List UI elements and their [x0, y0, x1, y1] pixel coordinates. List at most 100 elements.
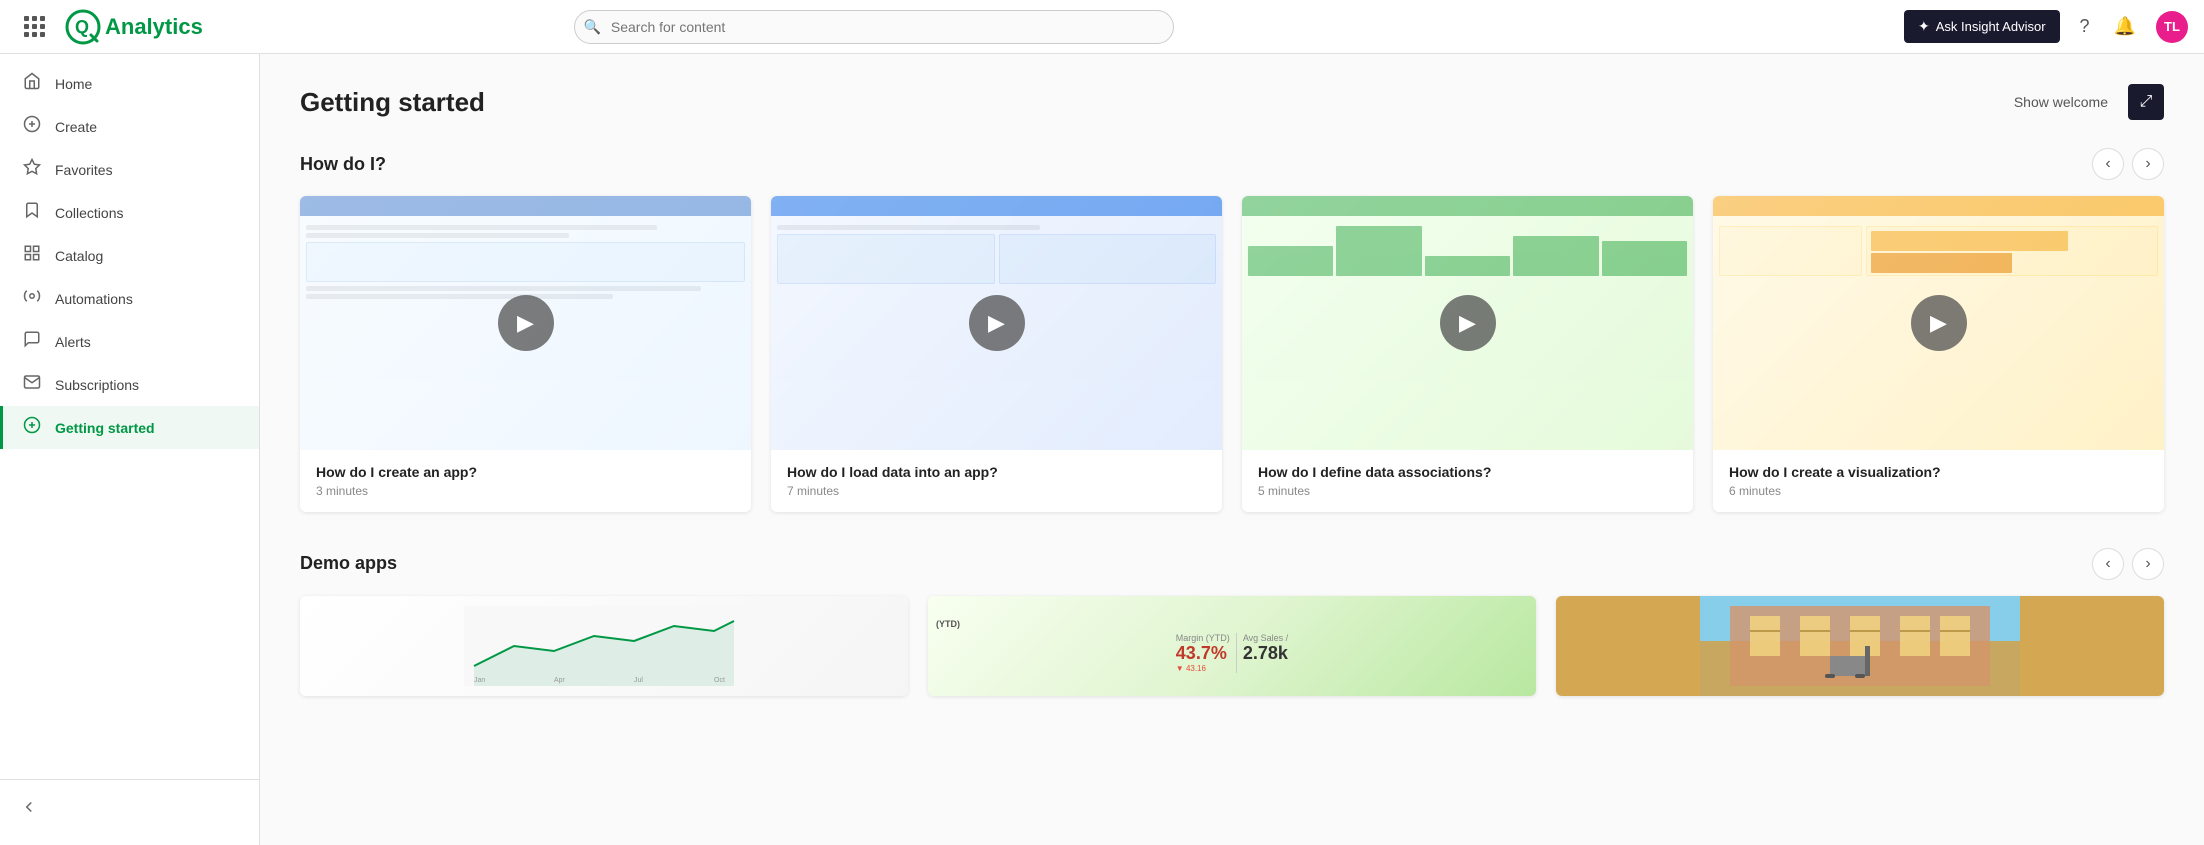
page-title: Getting started	[300, 87, 485, 118]
sidebar-item-label: Create	[55, 119, 97, 135]
how-do-i-section: How do I? ‹ ›	[300, 148, 2164, 512]
insight-advisor-icon: ✦	[1918, 18, 1930, 35]
sidebar-item-catalog[interactable]: Catalog	[0, 234, 259, 277]
video-card-title-2: How do I load data into an app?	[787, 464, 1206, 480]
demo-chevron-left-icon: ‹	[2105, 555, 2110, 573]
kpi-divider	[1236, 633, 1237, 673]
sidebar-bottom	[0, 779, 259, 837]
demo-card-inner-3	[1556, 596, 2164, 696]
navbar-right: ✦ Ask Insight Advisor ? 🔔 TL	[1904, 10, 2188, 43]
video-cards-grid: ▶ How do I create an app? 3 minutes	[300, 196, 2164, 512]
sidebar-item-subscriptions[interactable]: Subscriptions	[0, 363, 259, 406]
demo-kpi-label-ytd: (YTD)	[936, 619, 960, 629]
help-button[interactable]: ?	[2076, 12, 2094, 41]
sidebar-item-label: Alerts	[55, 334, 91, 350]
section-next-button[interactable]: ›	[2132, 148, 2164, 180]
svg-text:Oct: Oct	[714, 677, 725, 684]
demo-section-header: Demo apps ‹ ›	[300, 548, 2164, 580]
create-icon	[23, 115, 41, 138]
home-icon	[23, 72, 41, 95]
video-card-title-1: How do I create an app?	[316, 464, 735, 480]
section-header: How do I? ‹ ›	[300, 148, 2164, 180]
play-button-1[interactable]: ▶	[498, 295, 554, 351]
sidebar-item-label: Subscriptions	[55, 377, 139, 393]
demo-card-3[interactable]	[1556, 596, 2164, 696]
sidebar-item-alerts[interactable]: Alerts	[0, 320, 259, 363]
demo-card-1[interactable]: Jan Apr Jul Oct	[300, 596, 908, 696]
video-card-4[interactable]: ▶ How do I create a visualization? 6 min…	[1713, 196, 2164, 512]
video-card-duration-1: 3 minutes	[316, 484, 735, 498]
catalog-icon	[23, 244, 41, 267]
demo-card-2[interactable]: (YTD) Margin (YTD) 43.7% ▼ 43.16 Avg Sal…	[928, 596, 1536, 696]
getting-started-icon	[23, 416, 41, 439]
play-button-4[interactable]: ▶	[1911, 295, 1967, 351]
thumbnail-inner-1: ▶	[300, 196, 751, 450]
demo-chart-1: Jan Apr Jul Oct	[464, 606, 744, 686]
sidebar-collapse-button[interactable]	[0, 788, 259, 829]
video-card-3[interactable]: ▶ How do I define data associations? 5 m…	[1242, 196, 1693, 512]
sidebar-item-getting-started[interactable]: Getting started	[0, 406, 259, 449]
chevron-left-icon: ‹	[2105, 155, 2110, 173]
section-prev-button[interactable]: ‹	[2092, 148, 2124, 180]
demo-chevron-right-icon: ›	[2145, 555, 2150, 573]
kpi-label-m: Margin (YTD)	[1176, 633, 1230, 643]
demo-apps-title: Demo apps	[300, 553, 397, 574]
notifications-button[interactable]: 🔔	[2110, 12, 2140, 41]
video-thumbnail-2: ▶	[771, 196, 1222, 450]
sidebar-item-create[interactable]: Create	[0, 105, 259, 148]
kpi-value-avg: 2.78k	[1243, 643, 1288, 664]
search-icon: 🔍	[584, 18, 601, 35]
sidebar-item-label: Automations	[55, 291, 133, 307]
automations-icon	[23, 287, 41, 310]
search-input[interactable]	[574, 10, 1174, 44]
video-card-1[interactable]: ▶ How do I create an app? 3 minutes	[300, 196, 751, 512]
video-card-duration-4: 6 minutes	[1729, 484, 2148, 498]
help-icon: ?	[2080, 16, 2090, 37]
video-card-title-4: How do I create a visualization?	[1729, 464, 2148, 480]
svg-text:Jul: Jul	[634, 677, 643, 684]
chevron-right-icon: ›	[2145, 155, 2150, 173]
thumbnail-inner-2: ▶	[771, 196, 1222, 450]
expand-button[interactable]: ⤢	[2128, 84, 2164, 120]
demo-next-button[interactable]: ›	[2132, 548, 2164, 580]
star-icon	[23, 158, 41, 181]
avatar-initials: TL	[2164, 19, 2180, 34]
collections-icon	[23, 201, 41, 224]
collapse-icon	[20, 798, 38, 819]
avatar[interactable]: TL	[2156, 11, 2188, 43]
qlik-logo-svg: Q	[65, 9, 101, 45]
kpi-value-m: 43.7%	[1176, 643, 1230, 664]
section-nav: ‹ ›	[2092, 148, 2164, 180]
navbar: Q Analytics 🔍 ✦ Ask Insight Advisor ? 🔔 …	[0, 0, 2204, 54]
sidebar-item-label: Catalog	[55, 248, 103, 264]
warehouse-scene	[1700, 596, 2020, 696]
sidebar-item-automations[interactable]: Automations	[0, 277, 259, 320]
video-card-duration-3: 5 minutes	[1258, 484, 1677, 498]
insight-advisor-button[interactable]: ✦ Ask Insight Advisor	[1904, 10, 2060, 43]
demo-kpi-row: Margin (YTD) 43.7% ▼ 43.16 Avg Sales / 2…	[1176, 633, 1288, 673]
video-card-2[interactable]: ▶ How do I load data into an app? 7 minu…	[771, 196, 1222, 512]
video-card-duration-2: 7 minutes	[787, 484, 1206, 498]
sidebar-item-collections[interactable]: Collections	[0, 191, 259, 234]
insight-advisor-label: Ask Insight Advisor	[1936, 19, 2046, 34]
show-welcome-button[interactable]: Show welcome	[2014, 94, 2108, 110]
sidebar-item-home[interactable]: Home	[0, 62, 259, 105]
video-thumbnail-4: ▶	[1713, 196, 2164, 450]
play-button-3[interactable]: ▶	[1440, 295, 1496, 351]
bell-icon: 🔔	[2114, 16, 2136, 37]
sidebar-item-label: Getting started	[55, 420, 155, 436]
demo-kpi-block-2: Avg Sales / 2.78k	[1243, 633, 1288, 664]
video-card-info-1: How do I create an app? 3 minutes	[300, 450, 751, 512]
video-card-info-4: How do I create a visualization? 6 minut…	[1713, 450, 2164, 512]
qlik-logo[interactable]: Q Analytics	[65, 9, 203, 45]
thumbnail-inner-4: ▶	[1713, 196, 2164, 450]
sidebar-item-favorites[interactable]: Favorites	[0, 148, 259, 191]
grid-menu-button[interactable]	[16, 8, 53, 45]
demo-cards-grid: Jan Apr Jul Oct (YTD) Margin (YTD) 43.7%	[300, 596, 2164, 696]
demo-prev-button[interactable]: ‹	[2092, 548, 2124, 580]
demo-kpi-block-1: Margin (YTD) 43.7% ▼ 43.16	[1176, 633, 1230, 673]
video-thumbnail-3: ▶	[1242, 196, 1693, 450]
play-button-2[interactable]: ▶	[969, 295, 1025, 351]
main-content: Getting started Show welcome ⤢ How do I?…	[260, 54, 2204, 845]
video-thumbnail-1: ▶	[300, 196, 751, 450]
